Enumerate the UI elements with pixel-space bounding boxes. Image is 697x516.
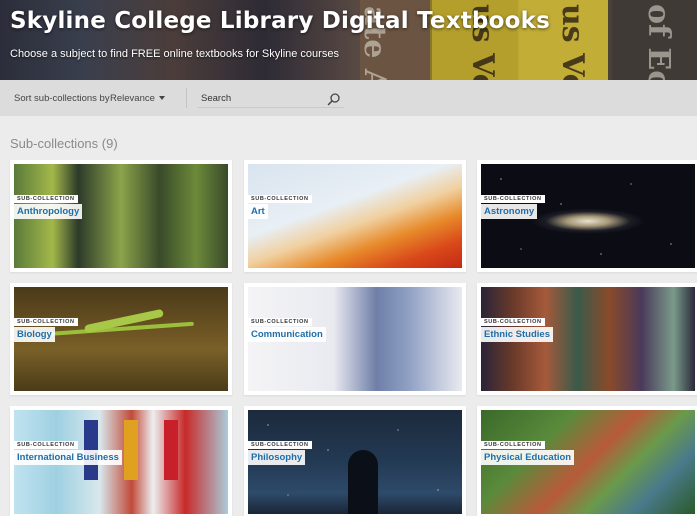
tile-image: SUB-COLLECTION Anthropology <box>14 164 228 268</box>
subcollection-tile-philosophy[interactable]: SUB-COLLECTION Philosophy <box>244 406 466 516</box>
tile-label[interactable]: Physical Education <box>481 450 575 465</box>
page-title: Skyline College Library Digital Textbook… <box>10 8 550 34</box>
tile-image: SUB-COLLECTION Philosophy <box>248 410 462 514</box>
tile-image: SUB-COLLECTION Ethnic Studies <box>481 287 695 391</box>
spine-text: of Ec <box>641 4 676 80</box>
sort-dropdown[interactable]: Relevance <box>110 93 155 104</box>
flag-decoration <box>124 420 138 480</box>
page-subtitle: Choose a subject to find FREE online tex… <box>10 48 339 60</box>
tile-label[interactable]: Art <box>248 204 268 219</box>
subcollection-badge: SUB-COLLECTION <box>248 318 312 326</box>
tile-image: SUB-COLLECTION International Business <box>14 410 228 514</box>
subcollection-badge: SUB-COLLECTION <box>481 441 545 449</box>
subcollection-tile-art[interactable]: SUB-COLLECTION Art <box>244 160 466 272</box>
subcollection-badge: SUB-COLLECTION <box>481 195 545 203</box>
subcollection-badge: SUB-COLLECTION <box>248 195 312 203</box>
tile-image: SUB-COLLECTION Physical Education <box>481 410 695 514</box>
section-heading: Sub-collections (9) <box>10 136 118 151</box>
toolbar: Sort sub-collections by Relevance <box>0 80 697 116</box>
toolbar-divider <box>186 88 187 108</box>
subcollection-tile-astronomy[interactable]: SUB-COLLECTION Astronomy <box>477 160 697 272</box>
tile-image: SUB-COLLECTION Art <box>248 164 462 268</box>
header-banner: ate A us Volu us Volu of Ec Skyline Coll… <box>0 0 697 80</box>
sort-label: Sort sub-collections by <box>14 93 110 104</box>
tile-label[interactable]: Biology <box>14 327 55 342</box>
tile-label[interactable]: Communication <box>248 327 326 342</box>
search-input[interactable] <box>198 90 344 108</box>
tile-label[interactable]: Philosophy <box>248 450 306 465</box>
search-icon[interactable] <box>327 92 341 106</box>
tile-image: SUB-COLLECTION Communication <box>248 287 462 391</box>
tile-label[interactable]: Astronomy <box>481 204 538 219</box>
chevron-down-icon[interactable] <box>159 96 165 100</box>
subcollection-badge: SUB-COLLECTION <box>14 195 78 203</box>
subcollection-badge: SUB-COLLECTION <box>14 441 78 449</box>
subcollection-tile-international-business[interactable]: SUB-COLLECTION International Business <box>10 406 232 516</box>
subcollection-badge: SUB-COLLECTION <box>14 318 78 326</box>
tile-label[interactable]: Anthropology <box>14 204 83 219</box>
subcollection-tile-anthropology[interactable]: SUB-COLLECTION Anthropology <box>10 160 232 272</box>
subcollection-tile-ethnic-studies[interactable]: SUB-COLLECTION Ethnic Studies <box>477 283 697 395</box>
flag-decoration <box>164 420 178 480</box>
subcollection-tile-biology[interactable]: SUB-COLLECTION Biology <box>10 283 232 395</box>
subcollection-badge: SUB-COLLECTION <box>481 318 545 326</box>
tile-label[interactable]: Ethnic Studies <box>481 327 553 342</box>
tile-image: SUB-COLLECTION Biology <box>14 287 228 391</box>
spine-text: us Volu <box>555 4 590 80</box>
subcollection-tile-communication[interactable]: SUB-COLLECTION Communication <box>244 283 466 395</box>
subcollection-tile-physical-education[interactable]: SUB-COLLECTION Physical Education <box>477 406 697 516</box>
tile-label[interactable]: International Business <box>14 450 122 465</box>
person-silhouette <box>348 450 378 514</box>
tile-image: SUB-COLLECTION Astronomy <box>481 164 695 268</box>
subcollection-badge: SUB-COLLECTION <box>248 441 312 449</box>
